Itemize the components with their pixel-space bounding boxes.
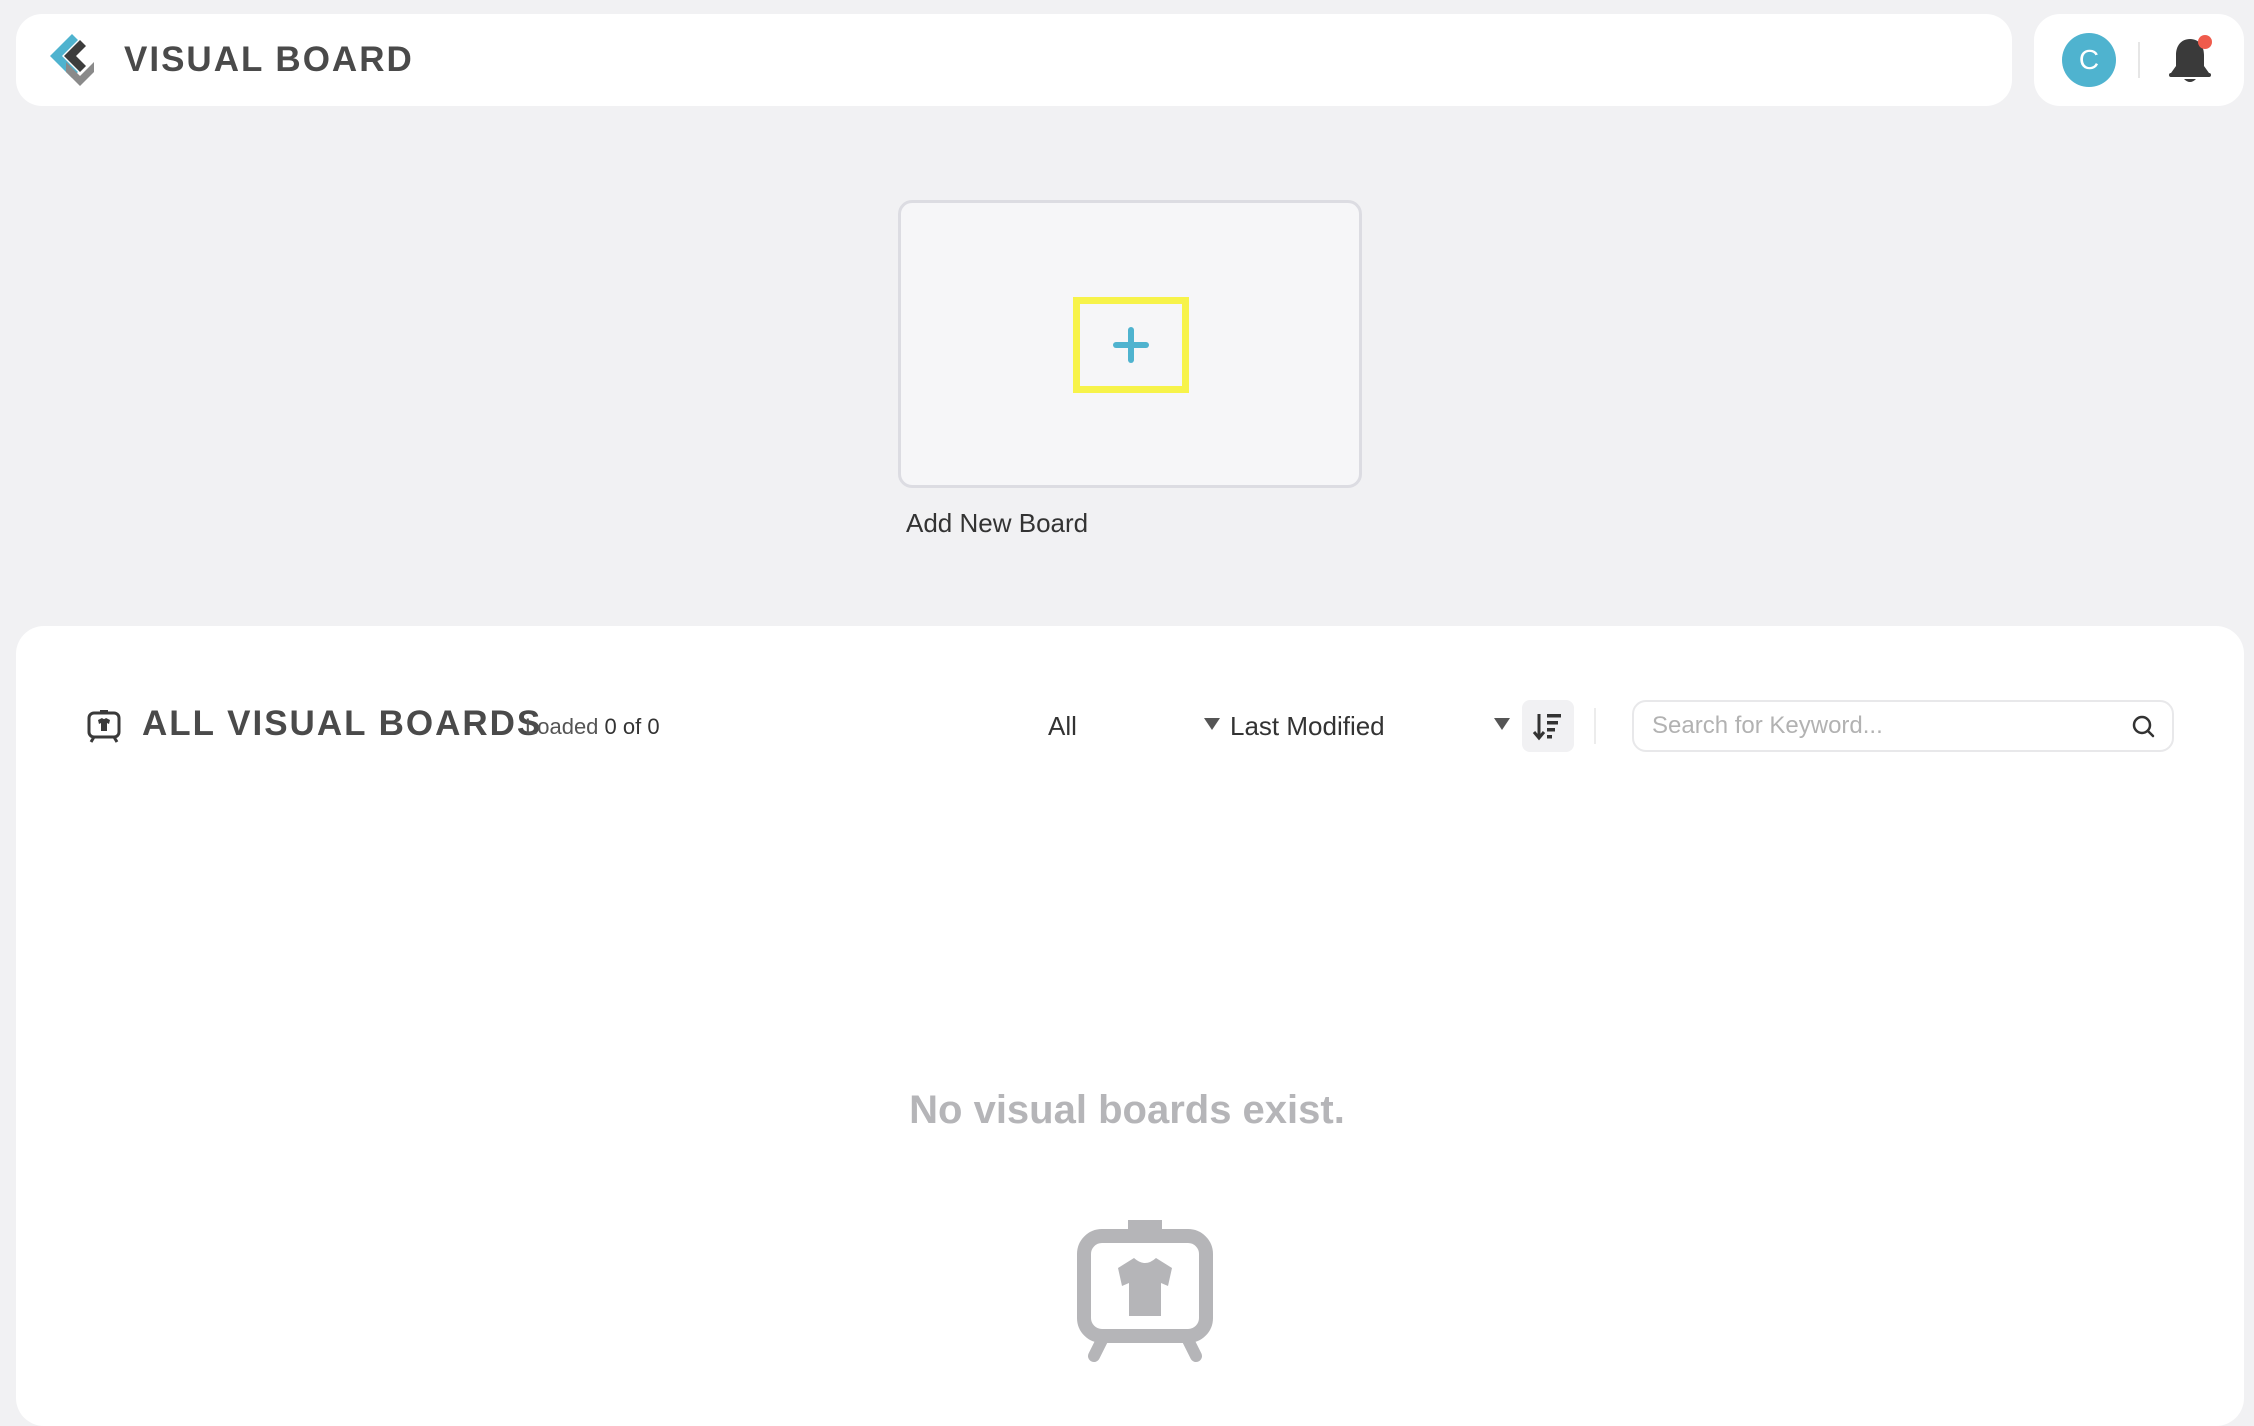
app-title: VISUAL BOARD bbox=[124, 40, 414, 79]
filter-selected-value: All bbox=[1048, 710, 1077, 741]
sort-selected-value: Last Modified bbox=[1230, 710, 1385, 741]
sort-order-button[interactable] bbox=[1522, 700, 1574, 752]
sort-descending-icon bbox=[1532, 714, 1561, 741]
search-icon[interactable] bbox=[2130, 713, 2156, 739]
search-box bbox=[1632, 700, 2174, 752]
toolbar-divider bbox=[1594, 708, 1596, 744]
loaded-count: Loaded 0 of 0 bbox=[525, 714, 660, 740]
loaded-prefix: Loaded bbox=[525, 714, 599, 739]
user-avatar[interactable]: C bbox=[2062, 33, 2116, 87]
visual-board-empty-icon bbox=[1077, 1220, 1213, 1362]
app-header: VISUAL BOARD bbox=[16, 14, 2012, 106]
loaded-count-value: 0 of 0 bbox=[604, 714, 660, 739]
add-board-highlight[interactable] bbox=[1073, 297, 1189, 393]
section-title: ALL VISUAL BOARDS bbox=[142, 704, 543, 743]
empty-state-message: No visual boards exist. bbox=[909, 1088, 1345, 1132]
boards-panel: ALL VISUAL BOARDS Loaded 0 of 0 All Last… bbox=[16, 626, 2244, 1426]
user-toolbar-divider bbox=[2138, 42, 2140, 78]
visual-board-logo-icon[interactable] bbox=[42, 30, 102, 90]
add-new-board-label[interactable]: Add New Board bbox=[906, 508, 1088, 539]
filter-dropdown[interactable]: All bbox=[1048, 702, 1220, 750]
unread-badge bbox=[2198, 35, 2212, 49]
notifications-button[interactable] bbox=[2166, 35, 2214, 85]
plus-icon bbox=[1113, 327, 1149, 363]
caret-down-icon bbox=[1204, 718, 1220, 730]
add-new-board-card[interactable] bbox=[898, 200, 1362, 488]
caret-down-icon bbox=[1494, 718, 1510, 730]
user-toolbar: C bbox=[2034, 14, 2244, 106]
sort-dropdown[interactable]: Last Modified bbox=[1230, 702, 1510, 750]
visual-board-icon bbox=[87, 710, 121, 743]
search-input[interactable] bbox=[1650, 711, 2130, 741]
